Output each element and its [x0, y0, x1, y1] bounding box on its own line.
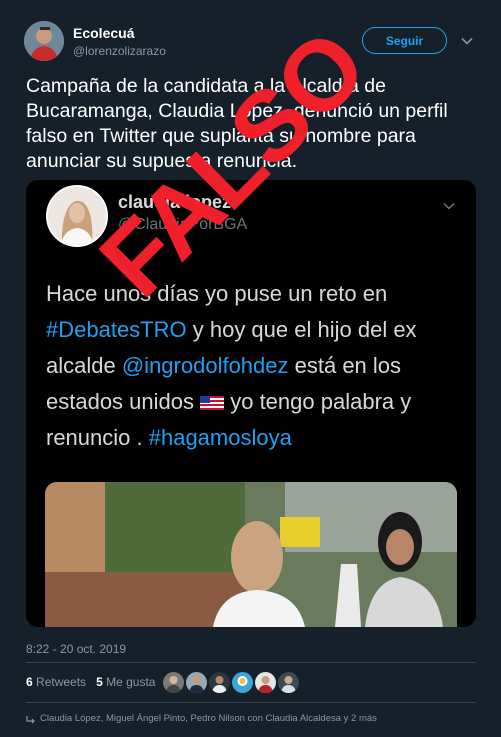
- chevron-down-icon: [443, 202, 455, 210]
- user-handle[interactable]: @lorenzolizarazo: [73, 44, 166, 58]
- tweet-header: Ecolecuá @lorenzolizarazo Seguir: [0, 0, 501, 70]
- embedded-handle: @ClaudiaPorBGA: [118, 216, 248, 233]
- embedded-photo: [45, 482, 457, 627]
- tweet-timestamp[interactable]: 8:22 - 20 oct. 2019: [26, 642, 126, 656]
- chevron-down-icon[interactable]: [460, 34, 474, 48]
- embedded-text: Hace unos días yo puse un reto en #Debat…: [46, 281, 417, 450]
- mention-link: @ingrodolfohdez: [121, 353, 289, 378]
- user-name[interactable]: Ecolecuá: [73, 25, 134, 41]
- user-avatar[interactable]: [24, 21, 64, 61]
- liker-avatar[interactable]: [163, 672, 184, 693]
- liker-avatar[interactable]: [278, 672, 299, 693]
- embedded-name: claudia lopez: [118, 192, 232, 212]
- hashtag-link: #hagamosloya: [148, 425, 292, 450]
- us-flag-icon: [200, 396, 225, 411]
- hashtag-link: #DebatesTRO: [46, 317, 187, 342]
- liker-avatar[interactable]: [255, 672, 276, 693]
- likes-label[interactable]: Me gusta: [106, 675, 155, 689]
- tweet-stats: 6 Retweets 5 Me gusta: [26, 675, 155, 689]
- embedded-screenshot[interactable]: claudia lopez @ClaudiaPorBGA Hace unos d…: [26, 180, 476, 627]
- reply-icon: [26, 715, 35, 723]
- divider: [26, 702, 476, 703]
- follow-button[interactable]: Seguir: [362, 27, 447, 54]
- embedded-avatar: [46, 185, 108, 247]
- tweet-text: Campaña de la candidata a la Alcaldía de…: [26, 75, 448, 172]
- retweets-count[interactable]: 6: [26, 675, 33, 689]
- liker-avatar[interactable]: [209, 672, 230, 693]
- liker-avatar[interactable]: [186, 672, 207, 693]
- reply-context: Claudia López, Miguel Ángel Pinto, Pedro…: [26, 713, 377, 724]
- likers-avatars: [163, 672, 301, 694]
- divider: [26, 662, 476, 663]
- retweets-label[interactable]: Retweets: [36, 675, 86, 689]
- likes-count[interactable]: 5: [96, 675, 103, 689]
- liker-avatar[interactable]: [232, 672, 253, 693]
- reply-text[interactable]: Claudia López, Miguel Ángel Pinto, Pedro…: [40, 713, 377, 724]
